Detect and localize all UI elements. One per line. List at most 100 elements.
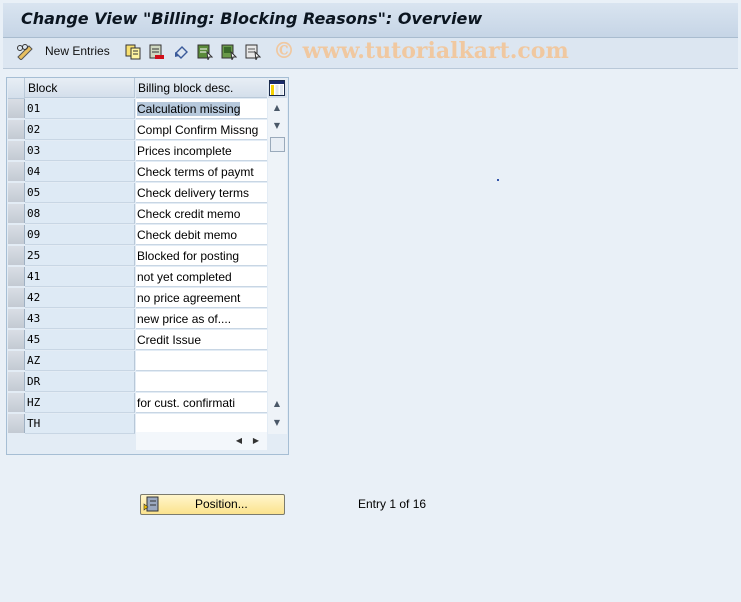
table-row: TH	[7, 414, 267, 434]
row-selector[interactable]	[8, 225, 25, 244]
scroll-thumb[interactable]	[270, 137, 285, 152]
description-cell[interactable]	[136, 351, 267, 371]
title-bar: Change View "Billing: Blocking Reasons":…	[3, 3, 738, 38]
row-selector[interactable]	[8, 267, 25, 286]
scroll-up-button[interactable]: ▲	[270, 101, 284, 115]
description-text: Check debit memo	[137, 228, 238, 242]
description-cell[interactable]: Credit Issue	[136, 330, 267, 350]
description-cell[interactable]: not yet completed	[136, 267, 267, 287]
row-selector[interactable]	[8, 204, 25, 223]
undo-icon[interactable]	[173, 44, 189, 60]
row-selector[interactable]	[8, 309, 25, 328]
row-selector[interactable]	[8, 372, 25, 391]
vertical-scrollbar-bottom[interactable]: ▲ ▼	[268, 394, 287, 434]
description-text: Credit Issue	[137, 333, 202, 347]
description-cell[interactable]: Check delivery terms	[136, 183, 267, 203]
table-row: 25 Blocked for posting	[7, 246, 267, 266]
row-selector[interactable]	[8, 393, 25, 412]
scroll-left-button[interactable]: ◀	[232, 434, 246, 448]
horizontal-scrollbar[interactable]: ◀ ▶	[136, 432, 267, 450]
description-cell[interactable]: Blocked for posting	[136, 246, 267, 266]
watermark: © www.tutorialkart.com	[273, 38, 569, 64]
description-text: Check terms of paymt	[137, 165, 254, 179]
description-cell[interactable]	[136, 414, 267, 434]
table-row: HZ for cust. confirmati	[7, 393, 267, 413]
description-cell[interactable]	[136, 372, 267, 392]
blocking-reasons-table: Block Billing block desc. 01 Calculation …	[6, 77, 289, 455]
description-cell[interactable]: Prices incomplete	[136, 141, 267, 161]
row-selector[interactable]	[8, 246, 25, 265]
block-cell[interactable]: TH	[25, 414, 135, 434]
position-button[interactable]: Position...	[140, 494, 285, 515]
description-cell[interactable]: Compl Confirm Missng	[136, 120, 267, 140]
block-cell[interactable]: 02	[25, 120, 135, 140]
table-row: 41 not yet completed	[7, 267, 267, 287]
new-entries-button[interactable]: New Entries	[45, 44, 110, 58]
application-toolbar: New Entries © www.tutorialkart.com	[3, 38, 738, 69]
block-cell[interactable]: 09	[25, 225, 135, 245]
block-cell[interactable]: 05	[25, 183, 135, 203]
row-selector[interactable]	[8, 414, 25, 433]
description-text: Prices incomplete	[137, 144, 232, 158]
row-selector[interactable]	[8, 162, 25, 181]
description-cell[interactable]: no price agreement	[136, 288, 267, 308]
row-selector[interactable]	[8, 351, 25, 370]
scroll-right-button[interactable]: ▶	[249, 434, 263, 448]
vertical-scrollbar-track[interactable]	[268, 159, 287, 394]
scroll-page-down-button[interactable]: ▼	[270, 416, 284, 430]
description-cell[interactable]: Calculation missing	[136, 99, 267, 119]
position-button-label: Position...	[195, 497, 248, 511]
description-cell[interactable]: for cust. confirmati	[136, 393, 267, 413]
column-header-desc[interactable]: Billing block desc.	[136, 78, 267, 98]
block-cell[interactable]: 03	[25, 141, 135, 161]
description-text: not yet completed	[137, 270, 232, 284]
block-cell[interactable]: 01	[25, 99, 135, 119]
table-row: 01 Calculation missing	[7, 99, 267, 119]
cursor-dot	[497, 179, 499, 181]
table-row: 02 Compl Confirm Missng	[7, 120, 267, 140]
table-row: 42 no price agreement	[7, 288, 267, 308]
scroll-down-button[interactable]: ▼	[270, 119, 284, 133]
row-selector[interactable]	[8, 330, 25, 349]
description-cell[interactable]: new price as of....	[136, 309, 267, 329]
block-cell[interactable]: AZ	[25, 351, 135, 371]
description-cell[interactable]: Check credit memo	[136, 204, 267, 224]
block-cell[interactable]: 25	[25, 246, 135, 266]
deselect-all-icon[interactable]	[245, 44, 262, 61]
scroll-page-up-button[interactable]: ▲	[270, 397, 284, 411]
block-cell[interactable]: DR	[25, 372, 135, 392]
block-cell[interactable]: 42	[25, 288, 135, 308]
block-cell[interactable]: 41	[25, 267, 135, 287]
description-text: Check delivery terms	[137, 186, 250, 200]
block-cell[interactable]: 45	[25, 330, 135, 350]
row-selector[interactable]	[8, 120, 25, 139]
row-selector[interactable]	[8, 141, 25, 160]
column-header-block[interactable]: Block	[25, 78, 135, 98]
block-cell[interactable]: 43	[25, 309, 135, 329]
page-title: Change View "Billing: Blocking Reasons":…	[21, 9, 483, 28]
description-cell[interactable]: Check debit memo	[136, 225, 267, 245]
description-text: Blocked for posting	[137, 249, 240, 263]
table-settings-icon	[269, 80, 285, 96]
table-row: 45 Credit Issue	[7, 330, 267, 350]
copy-icon[interactable]	[125, 44, 141, 60]
table-row: 03 Prices incomplete	[7, 141, 267, 161]
position-icon	[143, 496, 159, 512]
block-cell[interactable]: HZ	[25, 393, 135, 413]
description-cell[interactable]: Check terms of paymt	[136, 162, 267, 182]
entry-status: Entry 1 of 16	[358, 497, 427, 511]
select-block-icon[interactable]	[221, 44, 238, 61]
block-cell[interactable]: 04	[25, 162, 135, 182]
table-row: 43 new price as of....	[7, 309, 267, 329]
display-change-icon[interactable]	[16, 44, 34, 61]
column-settings-button[interactable]	[268, 78, 287, 99]
row-selector[interactable]	[8, 183, 25, 202]
select-all-icon[interactable]	[197, 44, 214, 61]
vertical-scrollbar-top[interactable]: ▲ ▼	[268, 98, 287, 159]
row-selector[interactable]	[8, 99, 25, 118]
delete-icon[interactable]	[149, 44, 165, 60]
select-all-rows-header[interactable]	[8, 78, 25, 99]
table-row: 08 Check credit memo	[7, 204, 267, 224]
block-cell[interactable]: 08	[25, 204, 135, 224]
row-selector[interactable]	[8, 288, 25, 307]
